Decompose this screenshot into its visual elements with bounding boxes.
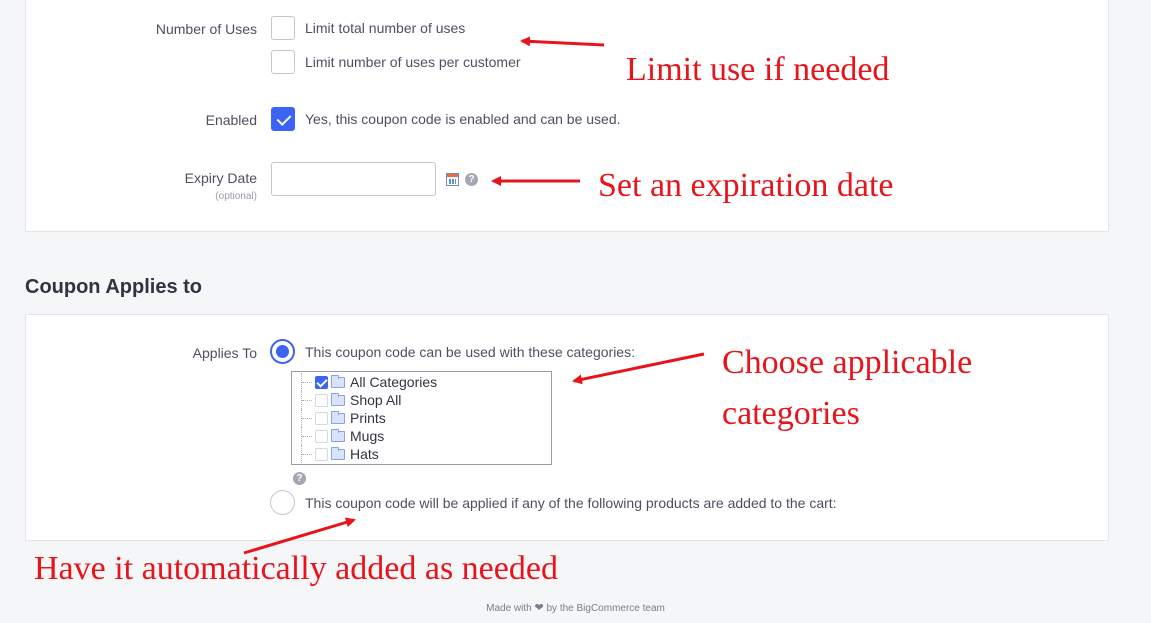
tree-connector (301, 373, 315, 391)
footer-prefix: Made with (486, 603, 532, 614)
folder-icon (331, 428, 345, 442)
category-checkbox[interactable] (315, 411, 328, 425)
annotation-categories-line2: categories (722, 395, 860, 432)
category-label: Mugs (350, 428, 385, 444)
category-tree[interactable]: All Categories Shop All Prints Mugs Hats (291, 371, 552, 465)
expiry-date-input[interactable] (271, 162, 436, 196)
category-row[interactable]: Shop All (292, 391, 551, 409)
category-checkbox[interactable] (315, 447, 328, 461)
annotation-auto-add: Have it automatically added as needed (34, 550, 558, 587)
tree-connector (301, 409, 315, 427)
category-row[interactable]: Mugs (292, 427, 551, 445)
folder-icon (331, 374, 345, 388)
folder-icon (331, 410, 345, 424)
category-label: All Categories (350, 374, 438, 390)
number-of-uses-label: Number of Uses (155, 21, 257, 37)
products-radio[interactable] (270, 490, 295, 515)
category-label: Hats (350, 446, 379, 462)
heart-icon: ❤ (534, 602, 544, 614)
folder-icon (331, 392, 345, 406)
category-row[interactable]: Hats (292, 445, 551, 463)
limit-total-checkbox[interactable] (271, 16, 295, 40)
annotation-limit-use: Limit use if needed (626, 51, 890, 88)
annotation-expiration: Set an expiration date (598, 167, 894, 204)
category-help-icon[interactable]: ? (293, 472, 306, 485)
tree-connector (301, 427, 315, 445)
category-label: Shop All (350, 392, 402, 408)
applies-to-label: Applies To (192, 345, 257, 361)
category-checkbox[interactable] (315, 393, 328, 407)
annotation-categories-line1: Choose applicable (722, 344, 973, 381)
category-row[interactable]: All Categories (292, 373, 551, 391)
enabled-text: Yes, this coupon code is enabled and can… (305, 111, 621, 127)
categories-radio[interactable] (270, 339, 295, 364)
footer-suffix: by the BigCommerce team (546, 603, 665, 614)
categories-option-text: This coupon code can be used with these … (305, 344, 635, 360)
category-checkbox[interactable] (315, 375, 328, 389)
enabled-checkbox[interactable] (271, 107, 295, 131)
category-label: Prints (350, 410, 386, 426)
calendar-icon[interactable] (446, 173, 459, 186)
products-option-text: This coupon code will be applied if any … (305, 495, 837, 511)
limit-total-text: Limit total number of uses (305, 20, 466, 36)
category-checkbox[interactable] (315, 429, 328, 443)
coupon-settings-panel: Number of Uses Limit total number of use… (25, 0, 1109, 232)
limit-per-customer-checkbox[interactable] (271, 50, 295, 74)
tree-connector (301, 391, 315, 409)
expiry-date-optional: (optional) (215, 191, 257, 202)
limit-per-customer-text: Limit number of uses per customer (305, 54, 521, 70)
expiry-date-label: Expiry Date (184, 170, 257, 186)
category-row[interactable]: Prints (292, 409, 551, 427)
section-title-coupon-applies: Coupon Applies to (25, 276, 203, 298)
help-icon[interactable]: ? (465, 173, 478, 186)
tree-connector (301, 445, 315, 463)
footer: Made with ❤ by the BigCommerce team (0, 601, 1151, 614)
folder-icon (331, 446, 345, 460)
enabled-label: Enabled (205, 112, 257, 128)
